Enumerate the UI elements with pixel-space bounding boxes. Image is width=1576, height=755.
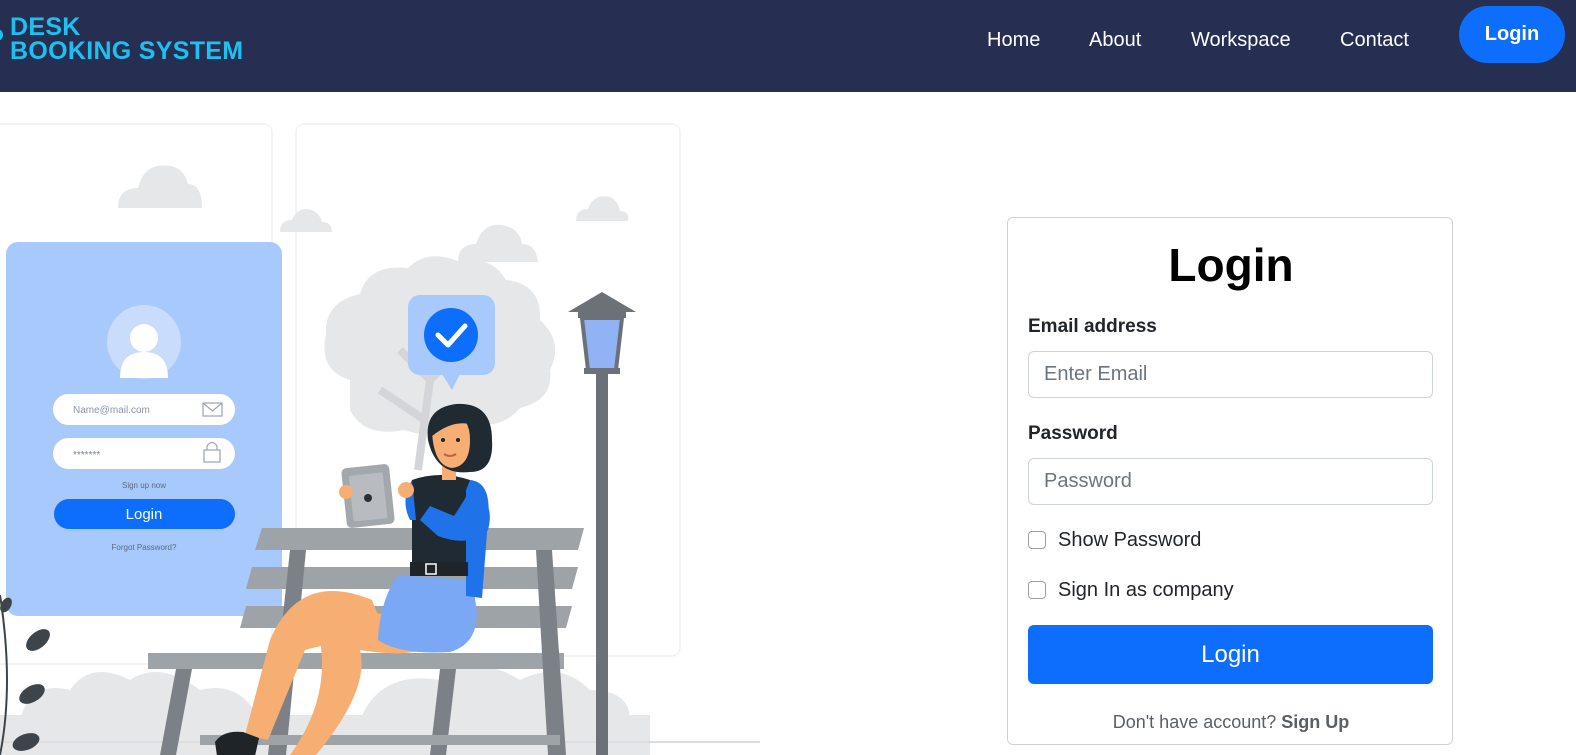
password-label: Password	[1028, 423, 1118, 444]
nav-link-about[interactable]: About	[1089, 28, 1141, 52]
nav-link-home[interactable]: Home	[987, 28, 1040, 52]
nav-link-contact[interactable]: Contact	[1340, 28, 1409, 52]
password-input[interactable]	[1028, 458, 1433, 505]
nav-login-button[interactable]: Login	[1459, 6, 1565, 63]
company-row: Sign In as company	[1028, 578, 1234, 602]
login-illustration: Name@mail.com ******* Sign up now Login …	[0, 123, 760, 755]
illus-forgot-text: Forgot Password?	[112, 543, 177, 552]
show-password-label[interactable]: Show Password	[1058, 528, 1201, 552]
email-input[interactable]	[1028, 351, 1433, 398]
illustration-login-card: Name@mail.com ******* Sign up now Login …	[6, 242, 282, 616]
illus-password-text: *******	[73, 450, 100, 461]
signup-link[interactable]: Sign Up	[1281, 712, 1349, 732]
company-label[interactable]: Sign In as company	[1058, 578, 1234, 602]
no-account-text: Don't have account?	[1112, 712, 1277, 732]
show-password-checkbox[interactable]	[1028, 531, 1046, 549]
nav-links: Home About Workspace Contact	[0, 28, 1576, 54]
login-submit-button[interactable]: Login	[1028, 625, 1433, 684]
company-checkbox[interactable]	[1028, 581, 1046, 599]
signup-prompt: Don't have account? Sign Up	[1007, 711, 1455, 733]
illus-signup-text: Sign up now	[122, 481, 166, 490]
illus-login-label: Login	[126, 506, 163, 523]
navbar: DESK BOOKING SYSTEM Home About Workspace…	[0, 0, 1576, 92]
illus-email-text: Name@mail.com	[73, 405, 150, 416]
nav-link-workspace[interactable]: Workspace	[1191, 28, 1291, 52]
login-title: Login	[1168, 239, 1294, 291]
email-label: Email address	[1028, 316, 1157, 337]
show-password-row: Show Password	[1028, 528, 1201, 552]
